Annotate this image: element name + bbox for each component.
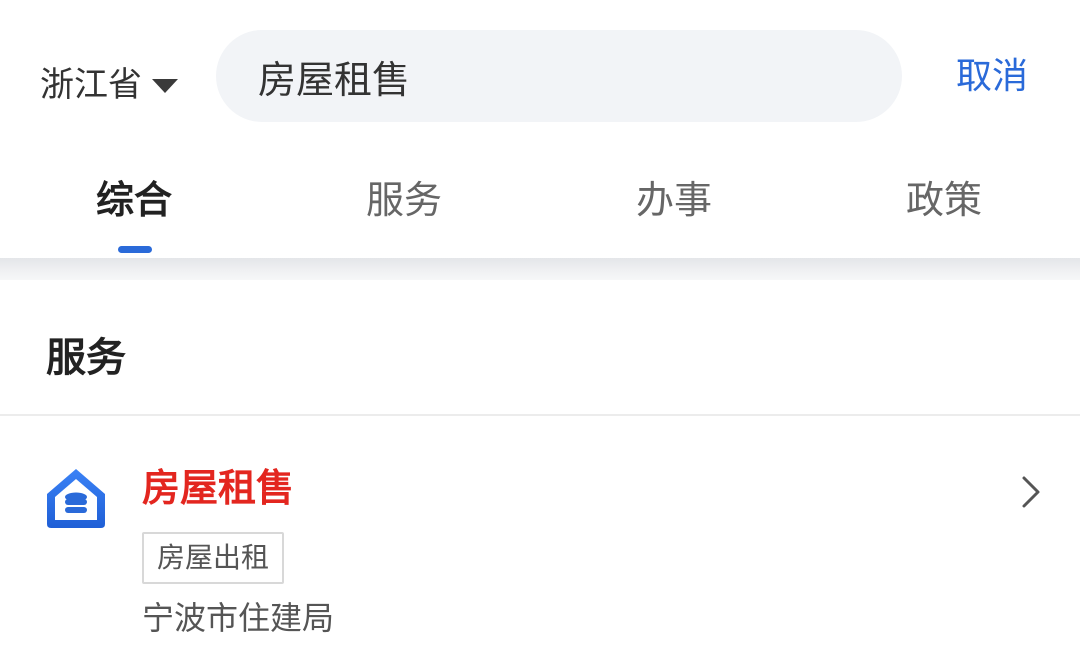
result-tabs: 综合 服务 办事 政策 bbox=[0, 160, 1080, 256]
search-box[interactable] bbox=[216, 30, 902, 122]
service-result-item[interactable]: 房屋租售 房屋出租 宁波市住建局 bbox=[0, 416, 1080, 664]
tab-comprehensive[interactable]: 综合 bbox=[54, 174, 214, 226]
region-label: 浙江省 bbox=[40, 65, 142, 105]
result-department: 宁波市住建局 bbox=[142, 599, 335, 637]
section-title: 服务 bbox=[46, 335, 126, 381]
region-selector[interactable]: 浙江省 bbox=[40, 60, 178, 110]
house-database-icon bbox=[47, 469, 105, 528]
tab-affairs[interactable]: 办事 bbox=[594, 174, 754, 226]
active-tab-indicator bbox=[118, 246, 152, 253]
result-title: 房屋租售 bbox=[142, 466, 295, 510]
search-header: 浙江省 取消 bbox=[0, 0, 1080, 150]
search-input[interactable] bbox=[216, 46, 858, 106]
cancel-button[interactable]: 取消 bbox=[956, 52, 1028, 102]
divider-band bbox=[0, 258, 1080, 280]
search-results-page: 浙江省 取消 综合 服务 办事 政策 服务 bbox=[0, 0, 1080, 664]
result-tag: 房屋出租 bbox=[142, 532, 285, 584]
tab-policies[interactable]: 政策 bbox=[864, 174, 1024, 226]
chevron-right-icon bbox=[1022, 476, 1040, 508]
tab-services[interactable]: 服务 bbox=[324, 174, 484, 226]
caret-down-icon bbox=[152, 79, 178, 93]
